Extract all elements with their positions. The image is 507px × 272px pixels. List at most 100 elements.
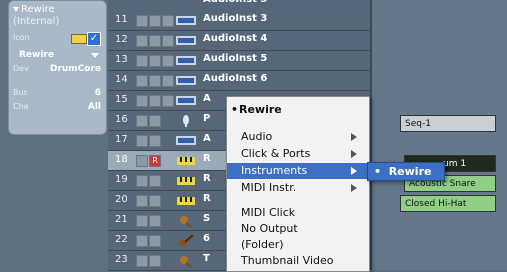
mute-button[interactable] xyxy=(136,35,148,47)
record-button[interactable] xyxy=(162,15,174,27)
record-button[interactable] xyxy=(162,35,174,47)
cha-value: All xyxy=(87,102,101,112)
solo-button[interactable] xyxy=(149,235,161,247)
mute-button[interactable] xyxy=(136,195,148,207)
menu-item-no-output[interactable]: No Output xyxy=(227,221,369,237)
inspector-icon-row: Icon ✓ xyxy=(13,32,101,46)
device-row[interactable]: Dev DrumCore xyxy=(13,63,101,75)
submenu-arrow-icon xyxy=(351,150,357,158)
checked-bullet-icon: • xyxy=(374,165,389,178)
menu-header[interactable]: •Rewire xyxy=(227,102,369,118)
keyboard-icon[interactable] xyxy=(71,34,87,44)
track-number: 18 xyxy=(115,154,128,165)
output-selector[interactable]: Rewire xyxy=(13,49,101,61)
channel-row[interactable]: Cha All xyxy=(13,101,101,113)
part-sum-text: um 1 xyxy=(443,159,467,169)
mute-button[interactable] xyxy=(136,235,148,247)
mute-button[interactable] xyxy=(136,175,148,187)
mute-button[interactable] xyxy=(136,215,148,227)
audio-instrument-icon xyxy=(176,136,196,145)
submenu-item-rewire[interactable]: • Rewire xyxy=(374,163,431,180)
track-name: AudioInst 3 xyxy=(203,0,267,5)
audio-instrument-icon xyxy=(176,16,196,25)
record-button[interactable] xyxy=(162,95,174,107)
menu-item-instruments[interactable]: Instruments xyxy=(227,163,369,179)
menu-item-audio[interactable]: Audio xyxy=(227,129,369,145)
mute-button[interactable] xyxy=(136,255,148,267)
mute-button[interactable] xyxy=(136,135,148,147)
solo-button[interactable] xyxy=(149,115,161,127)
mute-button[interactable] xyxy=(136,115,148,127)
track-name: S xyxy=(203,213,211,224)
menu-item-midi-instr[interactable]: MIDI Instr. xyxy=(227,180,369,196)
inspector-subtitle: (Internal) xyxy=(13,16,60,27)
bus-label: Bus xyxy=(13,88,28,97)
menu-item-label: MIDI Instr. xyxy=(241,181,297,194)
mute-button[interactable] xyxy=(136,75,148,87)
arrange-window: Seq-1 um 1 Acoustic Snare Closed Hi-Hat xyxy=(372,0,507,270)
track-number: 22 xyxy=(115,234,128,245)
mute-button[interactable] xyxy=(136,155,148,167)
inspector-title: Rewire xyxy=(21,4,55,15)
solo-button[interactable] xyxy=(149,35,161,47)
track-name: 6 xyxy=(203,233,210,244)
bus-value: 6 xyxy=(94,88,101,98)
track-row[interactable]: 12 AudioInst 4 xyxy=(108,31,370,51)
bus-row[interactable]: Bus 6 xyxy=(13,87,101,99)
track-name: T xyxy=(203,253,210,264)
instruments-submenu: • Rewire xyxy=(367,162,445,181)
record-button[interactable] xyxy=(162,75,174,87)
track-name: R xyxy=(203,153,211,164)
inspector-title-row[interactable]: Rewire xyxy=(13,4,101,16)
submenu-item-label: Rewire xyxy=(388,165,432,178)
record-enable-button[interactable]: R xyxy=(149,155,161,167)
menu-item-folder[interactable]: (Folder) xyxy=(227,237,369,253)
track-number: 23 xyxy=(115,254,128,265)
keyboard-icon xyxy=(177,157,195,165)
track-number: 17 xyxy=(115,134,128,145)
menu-item-click-ports[interactable]: Click & Ports xyxy=(227,146,369,162)
track-number: 19 xyxy=(115,174,128,185)
track-number: 13 xyxy=(115,54,128,65)
track-number: 20 xyxy=(115,194,128,205)
track-number: 16 xyxy=(115,114,128,125)
solo-button[interactable] xyxy=(149,175,161,187)
part-seq[interactable]: Seq-1 xyxy=(400,115,496,132)
output-popup-menu: •Rewire Audio Click & Ports Instruments … xyxy=(226,96,370,272)
menu-item-label: Instruments xyxy=(241,164,308,177)
dev-value: DrumCore xyxy=(49,64,101,74)
solo-button[interactable] xyxy=(149,15,161,27)
mute-button[interactable] xyxy=(136,55,148,67)
record-button[interactable] xyxy=(162,55,174,67)
solo-button[interactable] xyxy=(149,255,161,267)
menu-item-thumbnail-video[interactable]: Thumbnail Video xyxy=(227,253,369,269)
track-inspector: Rewire (Internal) Icon ✓ Rewire Dev Drum… xyxy=(8,0,107,135)
mute-button[interactable] xyxy=(136,95,148,107)
track-row[interactable]: 11 AudioInst 3 xyxy=(108,11,370,31)
menu-header-label: Rewire xyxy=(239,103,282,116)
track-number: 21 xyxy=(115,214,128,225)
part-hihat[interactable]: Closed Hi-Hat xyxy=(400,195,496,212)
track-number: 11 xyxy=(115,14,128,25)
solo-button[interactable] xyxy=(149,75,161,87)
track-number: 12 xyxy=(115,34,128,45)
track-name: A xyxy=(203,133,211,144)
solo-button[interactable] xyxy=(149,195,161,207)
solo-button[interactable] xyxy=(149,95,161,107)
menu-item-label: Click & Ports xyxy=(241,147,311,160)
menu-item-midi-click[interactable]: MIDI Click xyxy=(227,205,369,221)
icon-label: Icon xyxy=(13,33,30,42)
track-row[interactable]: 14 AudioInst 6 xyxy=(108,71,370,91)
track-name: P xyxy=(203,113,211,124)
cha-label: Cha xyxy=(13,102,29,111)
solo-button[interactable] xyxy=(149,215,161,227)
track-name: A xyxy=(203,93,211,104)
icon-checkbox[interactable]: ✓ xyxy=(87,32,101,46)
solo-button[interactable] xyxy=(149,135,161,147)
audio-instrument-icon xyxy=(176,36,196,45)
checked-bullet-icon: • xyxy=(231,103,239,116)
solo-button[interactable] xyxy=(149,55,161,67)
mute-button[interactable] xyxy=(136,15,148,27)
disclosure-triangle-icon[interactable] xyxy=(13,6,19,12)
track-row[interactable]: 13 AudioInst 5 xyxy=(108,51,370,71)
